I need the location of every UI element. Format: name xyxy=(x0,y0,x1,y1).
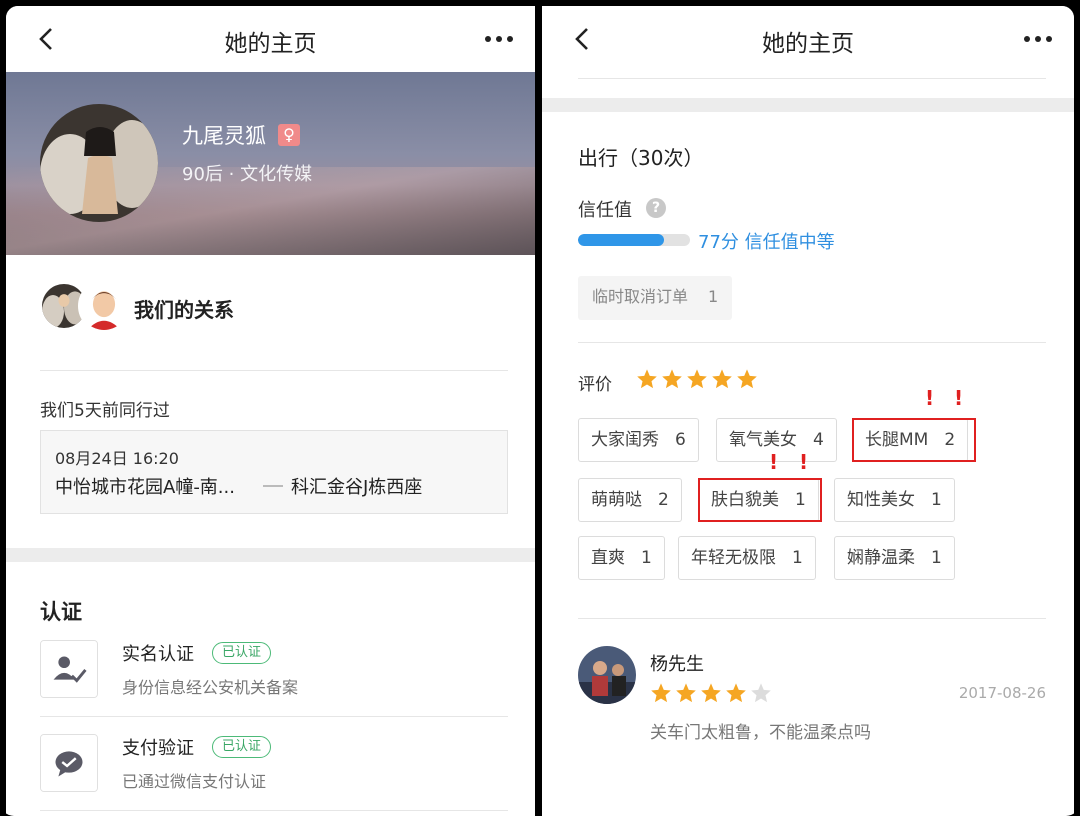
review-stars xyxy=(650,682,772,704)
verified-badge: 已认证 xyxy=(212,736,272,758)
cancel-count: 1 xyxy=(708,287,719,306)
device-frame: 她的主页 九尾灵狐 ♀ 90后 · 文化传媒 我们的关系 我们5天前同行过 08… xyxy=(0,0,1080,816)
shared-trip-card[interactable]: 08月24日 16:20 中怡城市花园A幢-南... 科汇金谷J栋西座 xyxy=(40,430,508,514)
tag-label: 萌萌哒 xyxy=(591,490,642,510)
tag-count: 6 xyxy=(675,430,686,450)
verified-badge: 已认证 xyxy=(212,642,272,664)
star-icon xyxy=(687,369,707,389)
cert-item-payment[interactable]: 支付验证 已认证 已通过微信支付认证 xyxy=(40,734,510,812)
rating-tag: 直爽 1 xyxy=(578,536,665,580)
trip-destination: 科汇金谷J栋西座 xyxy=(291,477,423,498)
trust-progress-fill xyxy=(578,234,665,246)
divider xyxy=(578,342,1046,343)
star-icon xyxy=(701,683,721,703)
exclamation-mark: ! xyxy=(954,386,964,410)
nav-bar: 她的主页 xyxy=(6,6,535,72)
profile-screen-left: 她的主页 九尾灵狐 ♀ 90后 · 文化传媒 我们的关系 我们5天前同行过 08… xyxy=(6,6,535,816)
divider xyxy=(578,78,1046,79)
tag-count: 4 xyxy=(813,430,824,450)
rating-stars xyxy=(636,368,758,390)
trust-score: 77分 信任值中等 xyxy=(698,232,835,253)
star-icon xyxy=(662,369,682,389)
divider xyxy=(578,618,1046,619)
id-check-icon xyxy=(40,640,98,698)
more-options-icon[interactable] xyxy=(1020,26,1056,52)
star-icon xyxy=(676,683,696,703)
cancel-order-tag: 临时取消订单 1 xyxy=(578,276,733,320)
star-icon xyxy=(737,369,757,389)
cert-name: 实名认证 xyxy=(122,644,194,665)
exclamation-mark: ! xyxy=(769,450,779,474)
star-icon xyxy=(651,683,671,703)
review-date: 2017-08-26 xyxy=(958,684,1046,702)
star-icon xyxy=(712,369,732,389)
trust-label: 信任值 xyxy=(578,200,632,221)
trip-origin: 中怡城市花园A幢-南... xyxy=(55,477,235,498)
tag-label: 大家闺秀 xyxy=(591,430,659,450)
cert-description: 身份信息经公安机关备案 xyxy=(122,678,299,697)
star-icon xyxy=(726,683,746,703)
profile-screen-right: 她的主页 出行（30次） 信任值 ? 77分 信任值中等 临时取消订单 1 评价 … xyxy=(542,6,1074,816)
cancel-label: 临时取消订单 xyxy=(592,287,689,306)
trip-time: 08月24日 16:20 xyxy=(55,449,179,468)
nav-bar: 她的主页 xyxy=(542,6,1074,72)
cert-name: 支付验证 xyxy=(122,738,194,759)
tag-label: 氧气美女 xyxy=(729,430,797,450)
shared-trip-text: 我们5天前同行过 xyxy=(40,401,170,421)
rating-tag: 娴静温柔 1 xyxy=(834,536,955,580)
rating-tag: 知性美女 1 xyxy=(834,478,955,522)
wechat-icon xyxy=(40,734,98,792)
divider xyxy=(40,370,508,371)
reviewer-name: 杨先生 xyxy=(650,654,704,675)
cert-item-realname[interactable]: 实名认证 已认证 身份信息经公安机关备案 xyxy=(40,640,510,718)
trust-progress-bar xyxy=(578,234,690,246)
relationship-title: 我们的关系 xyxy=(134,298,234,322)
exclamation-mark: ! xyxy=(799,450,809,474)
divider xyxy=(40,810,508,811)
certification-title: 认证 xyxy=(40,600,82,624)
rating-tag: 年轻无极限 1 xyxy=(678,536,816,580)
highlight-box xyxy=(852,418,976,462)
rating-tag: 大家闺秀 6 xyxy=(578,418,699,462)
star-icon xyxy=(751,683,771,703)
my-avatar xyxy=(78,280,130,332)
route-arrow-icon xyxy=(263,485,283,487)
review-text: 关车门太粗鲁，不能温柔点吗 xyxy=(650,723,871,743)
highlight-box xyxy=(698,478,822,522)
tag-label: 知性美女 xyxy=(847,490,915,510)
section-separator xyxy=(542,98,1074,112)
star-icon xyxy=(637,369,657,389)
page-title: 她的主页 xyxy=(762,31,854,57)
tag-label: 娴静温柔 xyxy=(847,548,915,568)
help-icon[interactable]: ? xyxy=(646,198,666,218)
page-title: 她的主页 xyxy=(224,31,317,57)
female-gender-icon: ♀ xyxy=(278,124,300,146)
tag-label: 直爽 xyxy=(591,548,625,568)
tag-count: 1 xyxy=(641,548,652,568)
cert-description: 已通过微信支付认证 xyxy=(122,772,267,791)
tag-count: 1 xyxy=(931,548,942,568)
section-separator xyxy=(6,548,535,562)
rating-tag: 萌萌哒 2 xyxy=(578,478,682,522)
exclamation-mark: ! xyxy=(925,386,935,410)
more-options-icon[interactable] xyxy=(481,26,517,52)
tag-label: 年轻无极限 xyxy=(691,548,776,568)
profile-banner: 九尾灵狐 ♀ 90后 · 文化传媒 xyxy=(6,72,535,255)
tag-count: 1 xyxy=(931,490,942,510)
tag-count: 1 xyxy=(792,548,803,568)
user-name: 九尾灵狐 xyxy=(182,124,266,148)
rating-label: 评价 xyxy=(578,375,612,395)
reviewer-avatar[interactable] xyxy=(578,646,636,704)
travel-count-title: 出行（30次） xyxy=(578,146,704,170)
user-age-industry: 90后 · 文化传媒 xyxy=(182,164,313,185)
divider xyxy=(40,716,508,717)
tag-count: 2 xyxy=(658,490,669,510)
relationship-section[interactable]: 我们的关系 xyxy=(40,280,510,332)
profile-avatar[interactable] xyxy=(40,104,158,222)
